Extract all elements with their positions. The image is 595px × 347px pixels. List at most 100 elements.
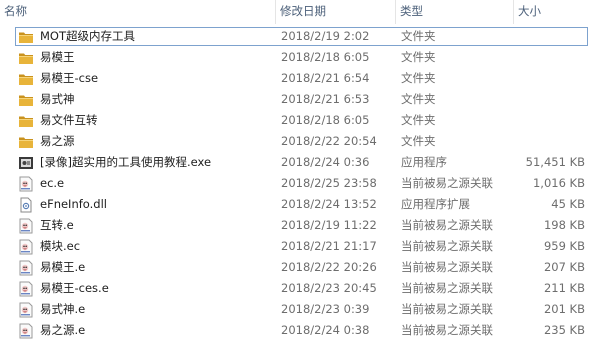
folder-row[interactable]: 易模王-cse 2018/2/21 6:54 文件夹	[0, 68, 595, 89]
file-name: ec.e	[40, 176, 65, 190]
file-name: 易模王-ces.e	[40, 281, 109, 295]
e-file-icon	[18, 176, 34, 192]
date-modified: 2018/2/19 2:02	[281, 29, 370, 43]
name-cell: 易模王-cse	[18, 68, 98, 89]
folder-row[interactable]: 易文件互转 2018/2/18 6:05 文件夹	[0, 110, 595, 131]
date-modified: 2018/2/24 0:38	[281, 323, 370, 337]
date-modified: 2018/2/22 20:54	[281, 134, 377, 148]
file-type: 文件夹	[401, 113, 436, 127]
name-cell: 易之源	[18, 131, 75, 152]
file-size: 201 KB	[543, 302, 585, 316]
file-type: 文件夹	[401, 71, 436, 85]
file-type: 文件夹	[401, 134, 436, 148]
file-row[interactable]: 易模王-ces.e 2018/2/23 20:45 当前被易之源关联 211 KB	[0, 278, 595, 299]
file-row[interactable]: ec.e 2018/2/25 23:58 当前被易之源关联 1,016 KB	[0, 173, 595, 194]
column-header-type[interactable]: 类型	[395, 0, 513, 24]
folder-row[interactable]: 易模王 2018/2/18 6:05 文件夹	[0, 47, 595, 68]
date-modified: 2018/2/21 6:54	[281, 71, 370, 85]
file-type: 当前被易之源关联	[401, 323, 493, 337]
folder-icon	[18, 113, 34, 129]
date-modified: 2018/2/22 20:26	[281, 260, 377, 274]
file-list: MOT超级内存工具 2018/2/19 2:02 文件夹 易模王 2018/2/18 6…	[0, 26, 595, 341]
date-modified: 2018/2/24 0:36	[281, 155, 370, 169]
file-name: 易式神	[40, 92, 75, 106]
date-modified: 2018/2/18 6:05	[281, 50, 370, 64]
name-cell: ec.e	[18, 173, 64, 194]
date-modified: 2018/2/21 6:53	[281, 92, 370, 106]
video-exe-icon	[18, 155, 34, 171]
file-name: 易模王.e	[40, 260, 86, 274]
file-type: 当前被易之源关联	[401, 260, 493, 274]
file-row[interactable]: [录像]超实用的工具使用教程.exe 2018/2/24 0:36 应用程序 51,4…	[0, 152, 595, 173]
file-name: 易式神.e	[40, 302, 86, 316]
date-modified: 2018/2/23 20:45	[281, 281, 377, 295]
file-name: 互转.e	[40, 218, 74, 232]
file-name: MOT超级内存工具	[40, 29, 135, 43]
file-row[interactable]: 模块.ec 2018/2/21 21:17 当前被易之源关联 959 KB	[0, 236, 595, 257]
file-type: 当前被易之源关联	[401, 176, 493, 190]
date-modified: 2018/2/25 23:58	[281, 176, 377, 190]
name-cell: 互转.e	[18, 215, 74, 236]
file-row[interactable]: 易式神.e 2018/2/23 0:39 当前被易之源关联 201 KB	[0, 299, 595, 320]
name-cell: 模块.ec	[18, 236, 80, 257]
e-file-icon	[18, 239, 34, 255]
file-row[interactable]: eFneInfo.dll 2018/2/24 13:52 应用程序扩展 45 KB	[0, 194, 595, 215]
file-name: [录像]超实用的工具使用教程.exe	[40, 155, 212, 169]
name-cell: 易模王-ces.e	[18, 278, 109, 299]
e-file-icon	[18, 323, 34, 339]
name-cell: 易模王	[18, 47, 75, 68]
name-cell: 易文件互转	[18, 110, 98, 131]
file-size: 211 KB	[543, 281, 585, 295]
file-row[interactable]: 易之源.e 2018/2/24 0:38 当前被易之源关联 235 KB	[0, 320, 595, 341]
name-cell: 易模王.e	[18, 257, 85, 278]
folder-row[interactable]: MOT超级内存工具 2018/2/19 2:02 文件夹	[14, 26, 589, 47]
file-size: 959 KB	[543, 239, 585, 253]
date-modified: 2018/2/21 21:17	[281, 239, 377, 253]
column-header-name[interactable]: 名称	[0, 0, 275, 24]
file-type: 应用程序	[401, 155, 447, 169]
file-type: 当前被易之源关联	[401, 239, 493, 253]
file-row[interactable]: 易模王.e 2018/2/22 20:26 当前被易之源关联 207 KB	[0, 257, 595, 278]
file-name: 模块.ec	[40, 239, 81, 253]
date-modified: 2018/2/23 0:39	[281, 302, 370, 316]
e-file-icon	[18, 260, 34, 276]
folder-icon	[18, 50, 34, 66]
file-size: 198 KB	[543, 218, 585, 232]
date-modified: 2018/2/18 6:05	[281, 113, 370, 127]
file-type: 文件夹	[401, 92, 436, 106]
file-name: 易模王-cse	[40, 71, 99, 85]
dll-icon	[18, 197, 34, 213]
name-cell: MOT超级内存工具	[18, 26, 135, 47]
column-header-bar: 名称 修改日期 类型 大小	[0, 0, 595, 24]
folder-icon	[18, 71, 34, 87]
file-type: 文件夹	[401, 29, 436, 43]
name-cell: 易式神	[18, 89, 75, 110]
file-size: 45 KB	[551, 197, 585, 211]
file-size: 51,451 KB	[525, 155, 585, 169]
column-header-date-modified[interactable]: 修改日期	[275, 0, 395, 24]
folder-row[interactable]: 易之源 2018/2/22 20:54 文件夹	[0, 131, 595, 152]
folder-icon	[18, 134, 34, 150]
file-name: 易文件互转	[40, 113, 98, 127]
e-file-icon	[18, 281, 34, 297]
file-name: 易之源	[40, 134, 75, 148]
folder-icon	[18, 29, 34, 45]
name-cell: [录像]超实用的工具使用教程.exe	[18, 152, 211, 173]
date-modified: 2018/2/24 13:52	[281, 197, 377, 211]
file-type: 当前被易之源关联	[401, 281, 493, 295]
file-size: 235 KB	[543, 323, 585, 337]
file-name: 易模王	[40, 50, 75, 64]
file-type: 应用程序扩展	[401, 197, 470, 211]
file-size: 207 KB	[543, 260, 585, 274]
file-row[interactable]: 互转.e 2018/2/19 11:22 当前被易之源关联 198 KB	[0, 215, 595, 236]
folder-row[interactable]: 易式神 2018/2/21 6:53 文件夹	[0, 89, 595, 110]
file-name: eFneInfo.dll	[40, 197, 107, 211]
name-cell: 易之源.e	[18, 320, 85, 341]
file-size: 1,016 KB	[532, 176, 585, 190]
column-header-size[interactable]: 大小	[513, 0, 595, 24]
folder-icon	[18, 92, 34, 108]
file-type: 当前被易之源关联	[401, 302, 493, 316]
file-name: 易之源.e	[40, 323, 86, 337]
name-cell: eFneInfo.dll	[18, 194, 107, 215]
date-modified: 2018/2/19 11:22	[281, 218, 377, 232]
